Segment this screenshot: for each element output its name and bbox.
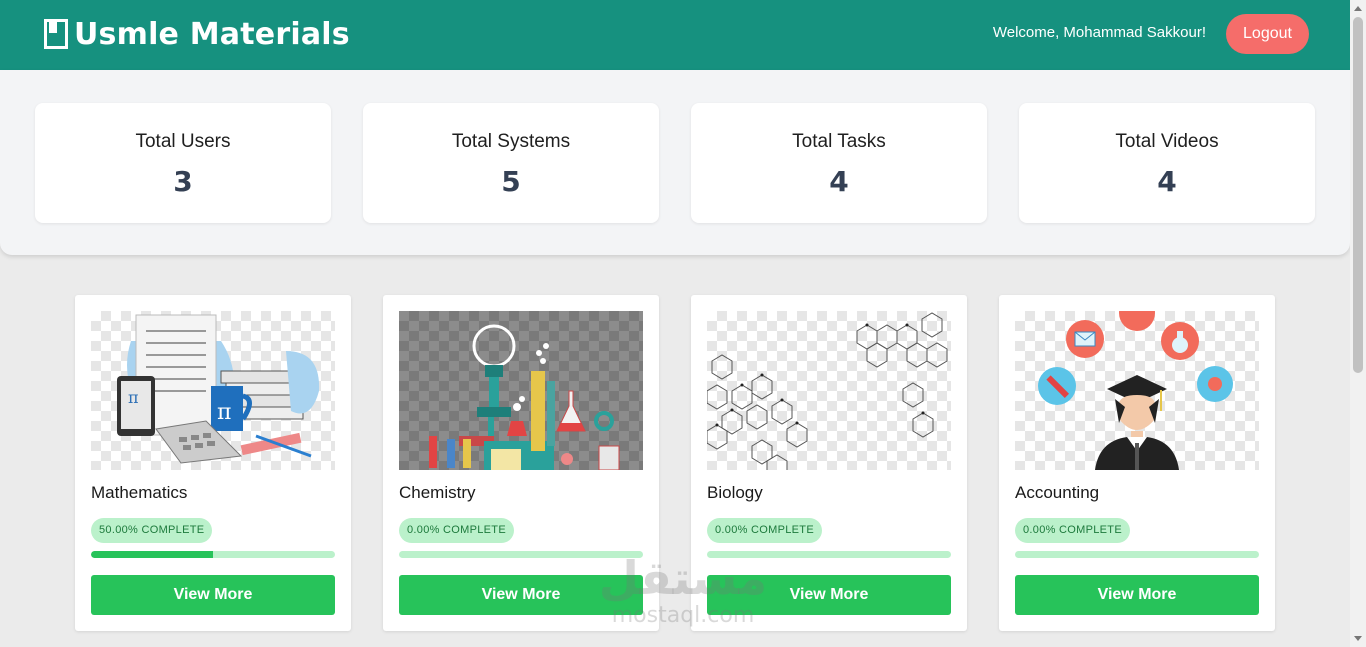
svg-text:π: π (128, 388, 139, 407)
stats-panel: Total Users 3 Total Systems 5 Total Task… (0, 70, 1350, 255)
view-more-button[interactable]: View More (399, 575, 643, 615)
stat-label: Total Videos (1115, 131, 1219, 152)
progress-badge: 0.00% COMPLETE (399, 518, 514, 543)
stat-value: 3 (173, 165, 193, 198)
progress-badge: 0.00% COMPLETE (1015, 518, 1130, 543)
logout-button[interactable]: Logout (1226, 14, 1309, 54)
view-more-button[interactable]: View More (91, 575, 335, 615)
view-more-button[interactable]: View More (1015, 575, 1259, 615)
progress-bar (91, 551, 335, 558)
course-card-accounting: Accounting 0.00% COMPLETE View More (999, 295, 1275, 631)
progress-bar (399, 551, 643, 558)
chemistry-illustration (399, 311, 643, 470)
scroll-thumb[interactable] (1353, 17, 1363, 373)
top-navbar: Usmle Materials Welcome, Mohammad Sakkou… (0, 0, 1350, 70)
scroll-down-arrow-icon[interactable] (1354, 636, 1362, 641)
stat-card-tasks: Total Tasks 4 (691, 103, 987, 223)
stat-card-users: Total Users 3 (35, 103, 331, 223)
scroll-up-arrow-icon[interactable] (1354, 6, 1362, 11)
stat-value: 4 (1157, 165, 1177, 198)
stat-label: Total Systems (451, 131, 571, 152)
stat-label: Total Users (135, 131, 231, 152)
progress-badge: 0.00% COMPLETE (707, 518, 822, 543)
course-title: Biology (707, 483, 763, 502)
view-more-button[interactable]: View More (707, 575, 951, 615)
stat-label: Total Tasks (792, 131, 886, 152)
stat-value: 5 (501, 165, 521, 198)
course-card-mathematics: π π Mathematics 50.00% COMPLETE View Mor… (75, 295, 351, 631)
brand-title: Usmle Materials (74, 16, 350, 52)
progress-fill (91, 551, 213, 558)
book-icon (44, 19, 68, 49)
progress-bar (707, 551, 951, 558)
stat-card-systems: Total Systems 5 (363, 103, 659, 223)
course-title: Chemistry (399, 483, 476, 502)
biology-illustration (707, 311, 951, 470)
vertical-scrollbar[interactable] (1350, 0, 1366, 647)
course-card-chemistry: Chemistry 0.00% COMPLETE View More (383, 295, 659, 631)
course-title: Mathematics (91, 483, 188, 502)
progress-badge: 50.00% COMPLETE (91, 518, 213, 543)
stat-value: 4 (829, 165, 849, 198)
svg-text:π: π (217, 400, 231, 425)
stat-card-videos: Total Videos 4 (1019, 103, 1315, 223)
progress-bar (1015, 551, 1259, 558)
course-card-biology: Biology 0.00% COMPLETE View More (691, 295, 967, 631)
course-title: Accounting (1015, 483, 1100, 502)
mathematics-illustration: π π (91, 311, 335, 470)
brand[interactable]: Usmle Materials (44, 14, 350, 54)
welcome-message: Welcome, Mohammad Sakkour! (992, 24, 1206, 41)
accounting-illustration (1015, 311, 1259, 470)
